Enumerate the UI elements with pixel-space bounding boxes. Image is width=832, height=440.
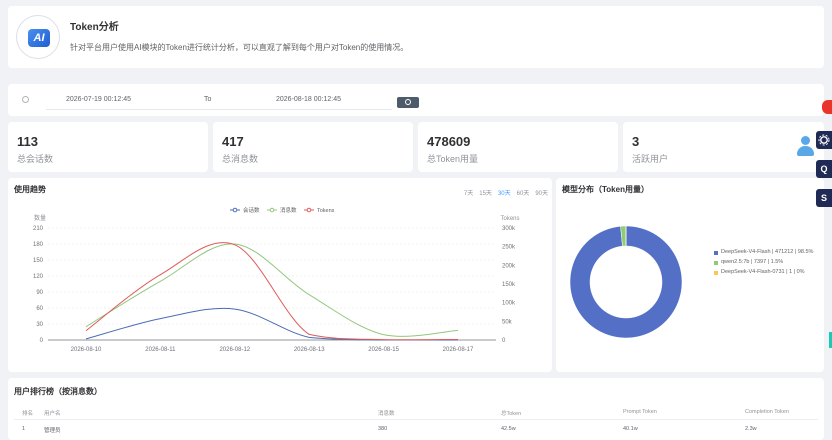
stat-card-sessions: 113 总会话数 xyxy=(8,122,208,172)
range-tab-60[interactable]: 60天 xyxy=(517,188,530,197)
cell-total-token: 42.5w xyxy=(501,426,516,432)
stat-value: 3 xyxy=(632,134,640,149)
stat-value: 417 xyxy=(222,134,244,149)
range-tab-30[interactable]: 30天 xyxy=(498,188,511,197)
legend-label: 消息数 xyxy=(280,206,297,214)
stat-label: 活跃用户 xyxy=(632,154,669,164)
y-right-tick-label: 250k xyxy=(502,245,516,251)
legend-swatch xyxy=(714,261,718,265)
model-distribution-chart xyxy=(569,225,683,339)
s-side-button[interactable]: S xyxy=(816,189,832,207)
col-completion-token[interactable]: Completion Token xyxy=(745,409,789,415)
legend-label: 会话数 xyxy=(243,206,260,214)
legend-label: DeepSeek-V4-Flash-0731 | 1 | 0% xyxy=(721,269,805,275)
end-date-input[interactable]: 2026-08-18 00:12:45 xyxy=(276,96,392,106)
y-right-tick-label: 0 xyxy=(502,338,506,344)
floating-notification-dot[interactable] xyxy=(822,100,832,114)
cell-messages: 380 xyxy=(378,426,388,432)
x-tick-label: 2026-08-12 xyxy=(219,347,250,353)
x-tick-label: 2026-08-11 xyxy=(145,347,176,353)
col-username[interactable]: 用户名 xyxy=(44,409,61,417)
date-filter-bar: 2026-07-19 00:12:45 To 2026-08-18 00:12:… xyxy=(8,84,824,116)
q-side-button[interactable]: Q xyxy=(816,160,832,178)
cell-rank: 1 xyxy=(22,426,26,432)
cell-completion-token: 2.3w xyxy=(745,426,757,432)
user-avatar-icon xyxy=(796,136,814,158)
stat-value: 113 xyxy=(17,134,38,149)
stat-value: 478609 xyxy=(427,134,471,149)
col-messages[interactable]: 消息数 xyxy=(378,409,395,417)
clock-icon xyxy=(22,96,29,103)
legend-label: qwen2.5:7b | 7397 | 1.5% xyxy=(721,259,784,265)
stat-label: 总Token用量 xyxy=(427,154,479,164)
stat-label: 总消息数 xyxy=(222,154,259,164)
stat-label: 总会话数 xyxy=(17,154,54,164)
cell-username: 管理员 xyxy=(44,428,61,434)
y-axis-title: 数量 xyxy=(34,214,46,222)
y-tick-label: 120 xyxy=(33,274,44,280)
page-title: Token分析 xyxy=(70,22,119,33)
ai-logo-icon: AI xyxy=(28,29,50,47)
date-range-underline xyxy=(46,109,392,110)
ranking-title: 用户排行榜（按消息数） xyxy=(14,387,102,396)
x-tick-label: 2026-08-17 xyxy=(443,347,474,353)
start-date-input[interactable]: 2026-07-19 00:12:45 xyxy=(66,96,196,106)
pie-legend-item[interactable]: DeepSeek-V4-Flash | 471212 | 98.5% xyxy=(714,249,813,259)
gear-icon xyxy=(818,134,830,146)
stat-card-active-users: 3 活跃用户 xyxy=(623,122,824,172)
date-range-separator: To xyxy=(204,96,212,103)
search-button[interactable] xyxy=(397,97,419,108)
col-total-token[interactable]: 总Token xyxy=(501,409,521,417)
y-right-tick-label: 50k xyxy=(502,319,513,325)
range-tab-7[interactable]: 7天 xyxy=(464,188,473,197)
legend-swatch xyxy=(714,251,718,255)
legend-marker xyxy=(306,207,312,213)
user-ranking-card: 用户排行榜（按消息数） 排名 用户名 消息数 总Token Prompt Tok… xyxy=(8,378,824,440)
y-tick-label: 90 xyxy=(36,290,43,296)
range-tab-15[interactable]: 15天 xyxy=(479,188,492,197)
stat-card-tokens: 478609 总Token用量 xyxy=(418,122,618,172)
col-prompt-token[interactable]: Prompt Token xyxy=(623,409,657,415)
header-card: AI Token分析 针对平台用户使用AI模块的Token进行统计分析，可以直观… xyxy=(8,6,824,68)
legend-swatch xyxy=(714,271,718,275)
pie-title: 模型分布（Token用量） xyxy=(562,185,649,194)
trend-title: 使用趋势 xyxy=(14,185,46,194)
legend-marker xyxy=(232,207,238,213)
x-tick-label: 2026-08-15 xyxy=(368,347,399,353)
y-tick-label: 60 xyxy=(36,306,43,312)
y-tick-label: 0 xyxy=(40,338,44,344)
y-tick-label: 150 xyxy=(33,258,44,264)
ai-logo: AI xyxy=(16,15,60,59)
pie-legend-item[interactable]: DeepSeek-V4-Flash-0731 | 1 | 0% xyxy=(714,269,813,279)
series-line-2 xyxy=(85,242,459,341)
y-tick-label: 180 xyxy=(33,242,44,248)
range-tab-90[interactable]: 90天 xyxy=(535,188,548,197)
search-icon xyxy=(405,99,411,105)
stat-card-messages: 417 总消息数 xyxy=(213,122,413,172)
range-tabs: 7天 15天 30天 60天 90天 xyxy=(464,188,548,197)
y-tick-label: 30 xyxy=(36,322,43,328)
usage-trend-card: 使用趋势 7天 15天 30天 60天 90天 数量 Tokens 0 30 60 90 1… xyxy=(8,178,552,372)
table-header-divider xyxy=(14,419,818,420)
model-distribution-card: 模型分布（Token用量） DeepSeek-V4-Flash | 471212… xyxy=(556,178,824,372)
usage-trend-chart: 数量 Tokens 0 30 60 90 120 150 180 210 0 50k 100k 150k 2… xyxy=(33,206,520,353)
y-right-axis-title: Tokens xyxy=(500,216,519,222)
x-tick-label: 2026-08-10 xyxy=(71,347,102,353)
page-description: 针对平台用户使用AI模块的Token进行统计分析，可以直观了解到每个用户对Tok… xyxy=(70,43,409,52)
y-right-tick-label: 100k xyxy=(502,301,516,307)
legend-marker xyxy=(269,207,275,213)
col-rank[interactable]: 排名 xyxy=(22,409,33,417)
y-right-tick-label: 150k xyxy=(502,282,516,288)
legend-label: DeepSeek-V4-Flash | 471212 | 98.5% xyxy=(721,249,814,255)
settings-side-button[interactable] xyxy=(816,131,832,149)
x-tick-label: 2026-08-13 xyxy=(294,347,325,353)
y-right-tick-label: 200k xyxy=(502,263,516,269)
pie-legend-item[interactable]: qwen2.5:7b | 7397 | 1.5% xyxy=(714,259,813,269)
cell-prompt-token: 40.1w xyxy=(623,426,638,432)
pie-legend: DeepSeek-V4-Flash | 471212 | 98.5% qwen2.… xyxy=(714,249,813,279)
legend-label: Tokens xyxy=(317,208,335,214)
y-right-tick-label: 300k xyxy=(502,226,516,232)
y-tick-label: 210 xyxy=(33,226,44,232)
